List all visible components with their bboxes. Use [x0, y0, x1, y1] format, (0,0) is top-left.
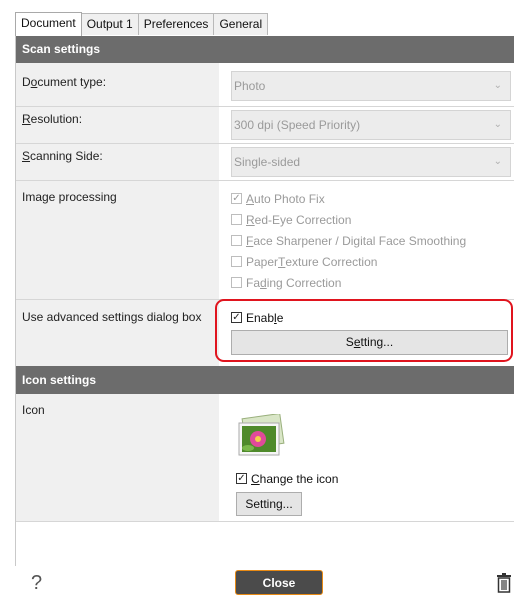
- tab-preferences[interactable]: Preferences: [137, 13, 215, 35]
- icon-row: Icon ✓ Change the icon Setting...: [16, 394, 514, 522]
- checkbox-icon: [231, 277, 242, 288]
- image-processing-label: Image processing: [16, 181, 219, 299]
- settings-panel: Scan settings Document type: Photo ⌄ Res…: [15, 36, 514, 566]
- tab-output-1[interactable]: Output 1: [80, 13, 139, 35]
- scanning-side-select[interactable]: Single-sided ⌄: [231, 147, 511, 177]
- tab-document[interactable]: Document: [15, 12, 82, 36]
- fading-correction-checkbox[interactable]: Fa d ing Correction: [231, 272, 514, 293]
- resolution-label: Resolution:: [16, 107, 219, 143]
- checkbox-icon: [231, 214, 242, 225]
- change-icon-checkbox[interactable]: ✓ Change the icon: [236, 468, 514, 489]
- icon-setting-button[interactable]: Setting...: [236, 492, 302, 516]
- checkmark-icon: ✓: [231, 192, 242, 204]
- checkbox-icon: [231, 256, 242, 267]
- close-button[interactable]: Close: [235, 570, 323, 595]
- photo-icon: [238, 412, 285, 456]
- resolution-value: 300 dpi (Speed Priority): [234, 118, 361, 132]
- checkmark-icon: ✓: [236, 472, 247, 484]
- face-sharpener-checkbox[interactable]: Face Sharpener / Digital Face Smoothing: [231, 230, 514, 251]
- resolution-select[interactable]: 300 dpi (Speed Priority) ⌄: [231, 110, 511, 140]
- checkmark-icon: ✓: [231, 311, 242, 323]
- chevron-down-icon: ⌄: [493, 119, 502, 130]
- paper-texture-correction-checkbox[interactable]: Paper Texture Correction: [231, 251, 514, 272]
- document-type-value: Photo: [234, 79, 266, 93]
- icon-settings-header: Icon settings: [16, 366, 514, 394]
- tab-bar: Document Output 1 Preferences General: [15, 12, 269, 36]
- enable-advanced-checkbox[interactable]: ✓ Enab l e: [231, 307, 514, 328]
- checkbox-icon: [231, 235, 242, 246]
- image-processing-row: Image processing ✓ Auto Photo Fix Red-Ey…: [16, 181, 514, 300]
- document-type-select[interactable]: Photo ⌄: [231, 71, 511, 101]
- scanning-side-value: Single-sided: [234, 155, 301, 169]
- advanced-setting-button[interactable]: Setting...: [231, 330, 508, 355]
- advanced-settings-row: Use advanced settings dialog box ✓ Enab l…: [16, 300, 514, 366]
- auto-photo-fix-checkbox[interactable]: ✓ Auto Photo Fix: [231, 188, 514, 209]
- trash-icon[interactable]: [497, 573, 511, 593]
- tab-general[interactable]: General: [213, 13, 269, 35]
- document-type-label: Document type:: [16, 63, 219, 106]
- resolution-row: Resolution: 300 dpi (Speed Priority) ⌄: [16, 107, 514, 144]
- help-icon[interactable]: ?: [31, 572, 42, 595]
- red-eye-correction-checkbox[interactable]: Red-Eye Correction: [231, 209, 514, 230]
- icon-label: Icon: [16, 394, 219, 521]
- chevron-down-icon: ⌄: [493, 80, 502, 91]
- scanning-side-row: Scanning Side: Single-sided ⌄: [16, 144, 514, 181]
- chevron-down-icon: ⌄: [493, 156, 502, 167]
- scan-settings-header: Scan settings: [16, 36, 514, 63]
- scanning-side-label: Scanning Side:: [16, 144, 219, 180]
- document-type-row: Document type: Photo ⌄: [16, 63, 514, 107]
- advanced-settings-label: Use advanced settings dialog box: [16, 300, 219, 366]
